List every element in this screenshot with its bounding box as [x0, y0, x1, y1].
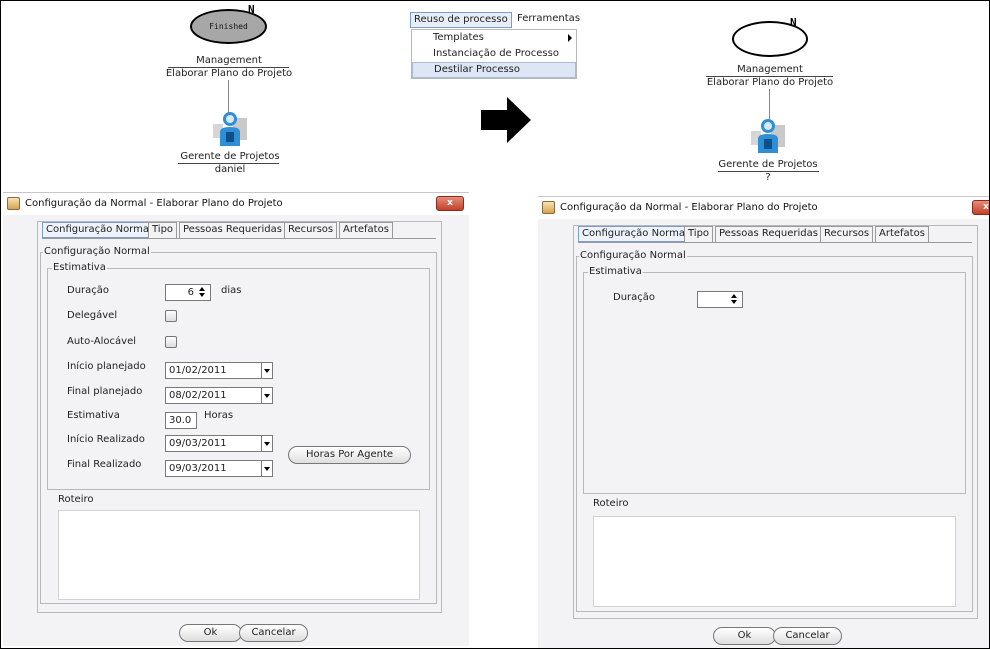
ok-button[interactable]: Ok	[179, 624, 242, 642]
menu-item-templates[interactable]: Templates	[412, 30, 576, 46]
role-name-label: Gerente de Projetos	[718, 159, 818, 170]
agent-name-label: daniel	[214, 164, 246, 175]
configuracao-normal-legend: Configuração Normal	[43, 246, 151, 257]
activity-normal-marker: N	[248, 3, 255, 16]
role-person-icon	[213, 112, 247, 146]
activity-name-label: Elaborar Plano do Projeto	[165, 68, 293, 79]
estimativa-field[interactable]: 30.0	[165, 412, 197, 429]
tab-artefatos[interactable]: Artefatos	[339, 222, 393, 238]
delegavel-checkbox[interactable]	[165, 310, 177, 322]
final-realizado-dropdown-icon[interactable]	[262, 460, 273, 477]
final-planejado-field[interactable]: 08/02/2011	[165, 387, 262, 404]
estimativa-group	[583, 272, 966, 494]
right-config-dialog: Configuração da Normal - Elaborar Plano …	[538, 196, 990, 649]
estimativa-field-label: Estimativa	[67, 410, 120, 421]
final-planejado-dropdown-icon[interactable]	[262, 387, 273, 404]
dialog-content: Configuração Normal Tipo Pessoas Requeri…	[37, 221, 442, 613]
roteiro-textarea[interactable]	[58, 510, 420, 600]
duracao-unit: dias	[221, 285, 242, 296]
tab-tipo[interactable]: Tipo	[684, 226, 714, 242]
menu-item-templates-label: Templates	[433, 32, 484, 43]
submenu-arrow-icon	[568, 34, 572, 42]
dialog-content: Configuração Normal Tipo Pessoas Requeri…	[573, 225, 978, 619]
menu-ferramentas[interactable]: Ferramentas	[514, 12, 583, 28]
duracao-spinner[interactable]: 6	[165, 284, 211, 301]
close-button[interactable]: x	[972, 200, 990, 215]
duracao-label: Duração	[67, 285, 110, 296]
dialog-titlebar: Configuração da Normal - Elaborar Plano …	[3, 193, 469, 215]
inicio-planejado-field[interactable]: 01/02/2011	[165, 362, 262, 379]
cancel-button[interactable]: Cancelar	[773, 627, 842, 645]
activity-oval-finished[interactable]: Finished	[190, 9, 267, 44]
activity-group-label: Management	[737, 64, 803, 75]
final-realizado-label: Final Realizado	[67, 459, 142, 470]
roteiro-label: Roteiro	[58, 494, 94, 505]
tab-artefatos[interactable]: Artefatos	[875, 226, 929, 242]
horas-por-agente-button[interactable]: Horas Por Agente	[288, 446, 411, 464]
activity-normal-marker: N	[790, 16, 797, 29]
configuracao-normal-legend: Configuração Normal	[579, 250, 687, 261]
estimativa-legend: Estimativa	[52, 262, 107, 273]
menu-reuso-de-processo[interactable]: Reuso de processo	[410, 12, 512, 28]
role-connector	[228, 80, 229, 114]
inicio-planejado-dropdown-icon[interactable]	[262, 362, 273, 379]
inicio-realizado-field[interactable]: 09/03/2011	[165, 435, 262, 452]
tab-pessoas-requeridas[interactable]: Pessoas Requeridas	[179, 222, 286, 238]
dialog-titlebar: Configuração da Normal - Elaborar Plano …	[538, 197, 990, 219]
tab-configuracao-normal[interactable]: Configuração Normal	[42, 222, 156, 238]
menu-item-instanciacao[interactable]: Instanciação de Processo	[412, 46, 576, 62]
activity-status-text: Finished	[209, 22, 248, 31]
duracao-spinner[interactable]	[697, 291, 743, 308]
transform-arrow-icon	[481, 97, 531, 143]
ok-button[interactable]: Ok	[713, 627, 776, 645]
dialog-title: Configuração da Normal - Elaborar Plano …	[25, 198, 283, 209]
estimativa-unit: Horas	[204, 410, 234, 421]
delegavel-label: Delegável	[67, 310, 118, 321]
tab-recursos[interactable]: Recursos	[284, 222, 338, 238]
estimativa-legend: Estimativa	[588, 266, 643, 277]
spinner-arrows-icon[interactable]	[196, 286, 209, 299]
activity-name-label: Elaborar Plano do Projeto	[706, 77, 834, 88]
dialog-title: Configuração da Normal - Elaborar Plano …	[560, 202, 818, 213]
menu-item-destilar-processo[interactable]: Destilar Processo	[412, 62, 576, 78]
tab-pessoas-requeridas[interactable]: Pessoas Requeridas	[715, 226, 822, 242]
inicio-realizado-dropdown-icon[interactable]	[262, 435, 273, 452]
reuso-dropdown: Templates Instanciação de Processo Desti…	[411, 29, 577, 79]
final-planejado-label: Final planejado	[67, 386, 143, 397]
duracao-label: Duração	[613, 292, 656, 303]
inicio-realizado-label: Início Realizado	[67, 434, 145, 445]
java-app-icon	[7, 197, 20, 210]
tab-tipo[interactable]: Tipo	[148, 222, 178, 238]
autoalocavel-checkbox[interactable]	[165, 336, 177, 348]
spinner-arrows-icon[interactable]	[728, 293, 741, 306]
inicio-planejado-label: Início planejado	[67, 361, 146, 372]
autoalocavel-label: Auto-Alocável	[67, 336, 137, 347]
roteiro-label: Roteiro	[593, 498, 629, 509]
tab-configuracao-normal[interactable]: Configuração Normal	[578, 226, 692, 242]
activity-group-label: Management	[196, 55, 262, 66]
duracao-value: 6	[187, 287, 194, 298]
agent-name-label: ?	[765, 172, 771, 183]
role-name-label: Gerente de Projetos	[180, 151, 280, 162]
tab-strip-line	[578, 242, 972, 243]
tab-strip-line	[42, 238, 436, 239]
java-app-icon	[542, 201, 555, 214]
close-button[interactable]: x	[436, 196, 464, 211]
roteiro-textarea[interactable]	[593, 516, 956, 607]
role-person-icon	[751, 119, 785, 153]
final-realizado-field[interactable]: 09/03/2011	[165, 460, 262, 477]
left-config-dialog: Configuração da Normal - Elaborar Plano …	[3, 192, 469, 646]
cancel-button[interactable]: Cancelar	[239, 624, 308, 642]
tab-recursos[interactable]: Recursos	[820, 226, 874, 242]
